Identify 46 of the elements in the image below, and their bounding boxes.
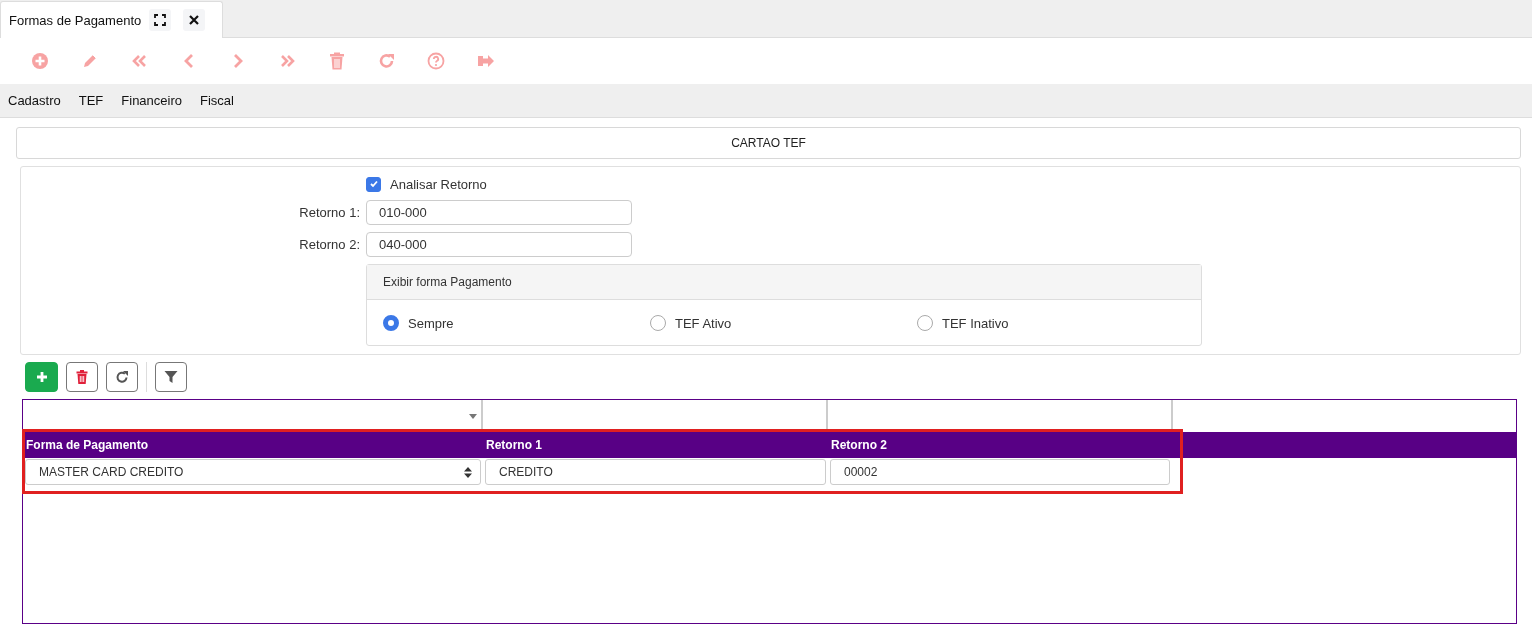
column-header[interactable]: Retorno 1 (483, 438, 828, 452)
menu-item[interactable]: Cadastro (8, 93, 61, 108)
radio-label: TEF Inativo (942, 315, 1009, 331)
check-icon (368, 179, 379, 189)
menu-item[interactable]: Financeiro (121, 93, 182, 108)
radio-button[interactable] (917, 315, 933, 331)
column-header[interactable]: Retorno 2 (828, 438, 1173, 452)
radio-button[interactable] (650, 315, 666, 331)
menu-item[interactable]: Fiscal (200, 93, 234, 108)
refresh-icon (115, 369, 129, 384)
radio-button[interactable] (383, 315, 399, 331)
close-icon (189, 15, 200, 25)
checkbox-label: Analisar Retorno (390, 176, 487, 192)
panel-title: Exibir forma Pagamento (367, 265, 1201, 300)
maximize-button[interactable] (149, 9, 172, 31)
trash-icon (76, 369, 88, 384)
plus-icon (35, 370, 48, 383)
input-field[interactable]: CREDITO (485, 459, 826, 485)
field-label: Retorno 1: (298, 205, 360, 220)
select-field[interactable]: MASTER CARD CREDITO (25, 459, 481, 485)
refresh-icon[interactable] (377, 52, 396, 70)
add-icon[interactable] (31, 52, 49, 70)
tab-title[interactable]: Formas de Pagamento (9, 12, 142, 28)
refresh-button[interactable] (106, 361, 138, 392)
radio-label: Sempre (408, 315, 454, 331)
filter-button[interactable] (155, 361, 187, 392)
input-field[interactable]: 010-000 (366, 200, 632, 225)
sort-arrows-icon (464, 466, 472, 478)
delete-button[interactable] (66, 361, 98, 392)
column-header[interactable]: Forma de Pagamento (23, 438, 483, 452)
checkbox[interactable] (366, 176, 381, 192)
exit-icon[interactable] (476, 52, 495, 70)
field-label: Retorno 2: (298, 237, 360, 252)
trash-icon[interactable] (328, 52, 346, 70)
filter-icon (164, 369, 178, 384)
menu-item[interactable]: TEF (78, 93, 104, 108)
dropdown-caret-icon (469, 413, 477, 419)
help-icon[interactable] (427, 52, 445, 70)
input-field[interactable]: 00002 (830, 459, 1170, 485)
section-header: CARTAO TEF (16, 127, 1521, 159)
tab[interactable]: Formas de Pagamento (0, 1, 223, 38)
expand-icon (154, 14, 167, 26)
close-button[interactable] (183, 9, 206, 31)
add-button[interactable] (25, 361, 58, 392)
input-field[interactable]: 040-000 (366, 232, 632, 257)
radio-label: TEF Ativo (675, 315, 732, 331)
